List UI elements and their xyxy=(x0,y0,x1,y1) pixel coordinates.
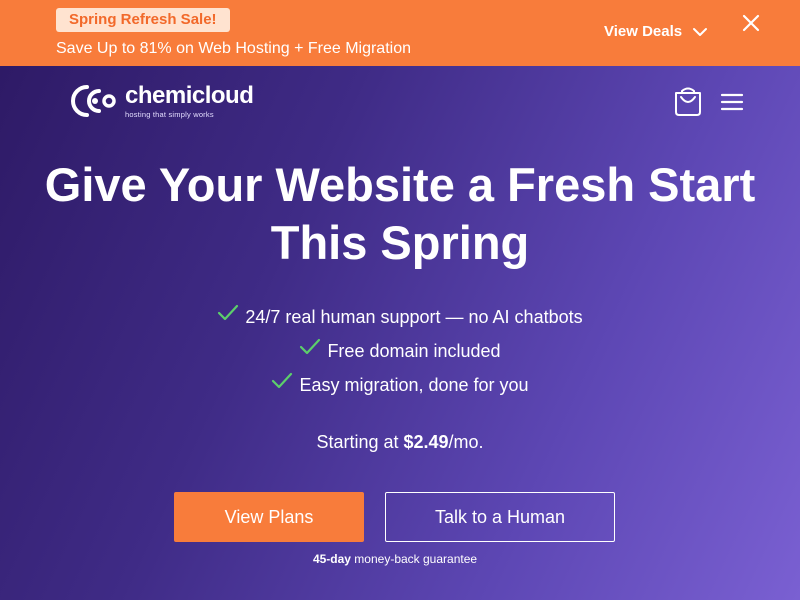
price-value: $2.49 xyxy=(403,432,449,452)
talk-to-human-button[interactable]: Talk to a Human xyxy=(385,492,615,542)
hero-section: chemicloud hosting that simply works Giv… xyxy=(0,66,800,600)
headline-line-1: Give Your Website a Fresh Start xyxy=(44,158,756,211)
starting-price: Starting at $2.49/mo. xyxy=(0,432,800,453)
price-suffix: /mo. xyxy=(448,432,484,452)
feature-text: Free domain included xyxy=(327,340,501,361)
promo-banner: Spring Refresh Sale! Save Up to 81% on W… xyxy=(0,0,800,66)
view-plans-button[interactable]: View Plans xyxy=(174,492,364,542)
check-icon xyxy=(300,338,321,355)
feature-text: 24/7 real human support — no AI chatbots xyxy=(245,306,583,327)
page-title: Give Your Website a Fresh Start This Spr… xyxy=(0,156,800,272)
logo[interactable]: chemicloud hosting that simply works xyxy=(69,81,254,121)
close-icon[interactable] xyxy=(740,12,762,34)
headline-line-2: This Spring xyxy=(270,216,530,269)
guarantee-text: 45-day money-back guarantee xyxy=(0,552,790,566)
logo-name: chemicloud xyxy=(125,81,254,109)
feature-item: Easy migration, done for you xyxy=(0,368,800,402)
price-prefix: Starting at xyxy=(316,432,404,452)
guarantee-days: 45-day xyxy=(312,552,351,566)
feature-item: 24/7 real human support — no AI chatbots xyxy=(0,300,800,334)
promo-text: Save Up to 81% on Web Hosting + Free Mig… xyxy=(56,40,411,57)
view-deals-label: View Deals xyxy=(604,23,683,40)
feature-item: Free domain included xyxy=(0,334,800,368)
promo-badge: Spring Refresh Sale! xyxy=(56,8,230,32)
logo-icon xyxy=(71,85,116,117)
cart-icon[interactable] xyxy=(673,85,703,117)
guarantee-label: money-back guarantee xyxy=(350,552,478,566)
view-deals-button[interactable]: View Deals xyxy=(604,23,708,40)
feature-text: Easy migration, done for you xyxy=(299,374,529,395)
check-icon xyxy=(218,304,239,321)
chevron-down-icon xyxy=(693,27,708,36)
logo-tagline: hosting that simply works xyxy=(125,109,214,119)
feature-list: 24/7 real human support — no AI chatbots… xyxy=(0,300,800,402)
menu-icon[interactable] xyxy=(720,92,744,112)
check-icon xyxy=(272,372,293,389)
